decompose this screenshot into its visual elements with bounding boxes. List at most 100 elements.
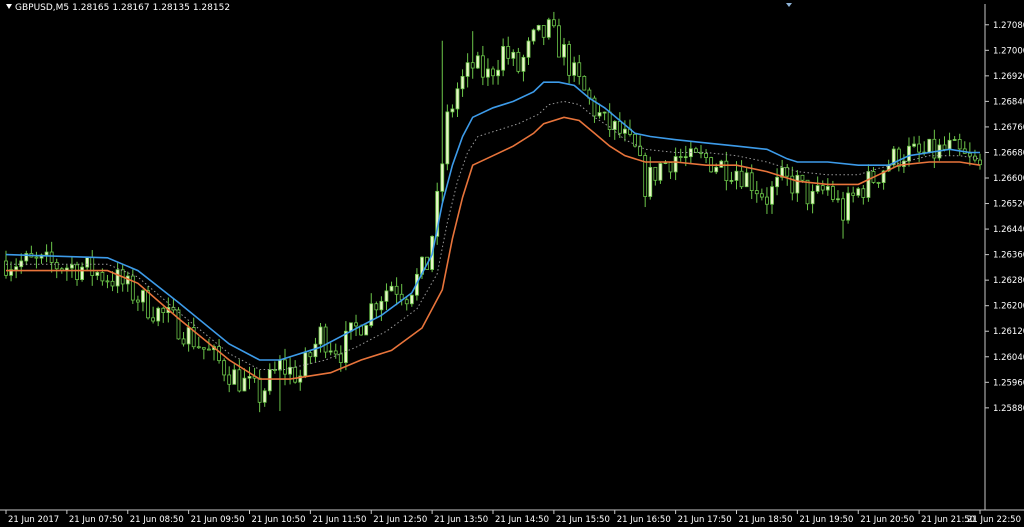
dropdown-triangle-icon[interactable] bbox=[6, 4, 12, 9]
candle-body bbox=[470, 62, 475, 69]
candle-body bbox=[759, 193, 764, 198]
candle-body bbox=[480, 55, 485, 78]
y-tick-label: 1.27000 bbox=[993, 46, 1024, 56]
candle-body bbox=[551, 19, 556, 27]
candle-body bbox=[354, 322, 358, 327]
candle-body bbox=[130, 275, 135, 301]
candle-body bbox=[100, 272, 105, 282]
candle-body bbox=[800, 174, 805, 181]
axes-layer: 1.27080 1.27000 1.26920 1.26840 1.26760 1.266… bbox=[0, 3, 1024, 525]
candle-body bbox=[978, 159, 982, 166]
x-tick-label: 21 Jun 12:50 bbox=[373, 515, 427, 525]
candle-body bbox=[820, 185, 825, 191]
candle-body bbox=[957, 139, 962, 150]
candle-body bbox=[222, 360, 227, 376]
candle-body bbox=[770, 186, 774, 205]
y-tick-label: 1.26920 bbox=[993, 72, 1024, 82]
candle-body bbox=[795, 174, 800, 194]
high-value: 1.28167 bbox=[112, 3, 150, 13]
candle-body bbox=[704, 153, 708, 158]
candle-body bbox=[90, 257, 95, 276]
candle-body bbox=[95, 272, 100, 276]
x-tick-label: 21 Jun 2017 bbox=[8, 515, 59, 525]
candle-body bbox=[318, 326, 323, 345]
candle-body bbox=[739, 170, 744, 188]
candle-body bbox=[455, 88, 460, 110]
candle-body bbox=[557, 25, 561, 58]
candle-body bbox=[719, 160, 724, 168]
candle-body bbox=[85, 257, 90, 268]
x-tick-label: 21 Jun 19:50 bbox=[799, 515, 853, 525]
indicator-line-3 bbox=[6, 100, 981, 370]
candle-body bbox=[496, 69, 500, 77]
candle-body bbox=[744, 172, 749, 188]
candle-body bbox=[105, 280, 110, 283]
candle-body bbox=[196, 346, 201, 349]
candle-body bbox=[856, 188, 861, 196]
candle-body bbox=[653, 166, 658, 181]
candle-body bbox=[633, 133, 637, 147]
candle-body bbox=[516, 51, 521, 72]
candle-body bbox=[232, 369, 237, 385]
candle-body bbox=[278, 359, 282, 371]
candle-body bbox=[648, 166, 653, 197]
x-tick-label: 21 Jun 13:50 bbox=[434, 515, 488, 525]
candle-body bbox=[186, 327, 191, 345]
candle-body bbox=[683, 156, 688, 159]
y-tick-label: 1.26680 bbox=[993, 148, 1024, 158]
candle-body bbox=[267, 369, 272, 392]
candle-body bbox=[343, 330, 348, 363]
x-tick-label: 21 Jun 11:50 bbox=[312, 515, 366, 525]
candle-body bbox=[638, 145, 643, 156]
open-value: 1.28165 bbox=[72, 3, 110, 13]
candle-body bbox=[541, 25, 546, 38]
candle-body bbox=[181, 338, 186, 345]
candle-body bbox=[364, 325, 369, 336]
y-tick-label: 1.27080 bbox=[993, 21, 1024, 31]
candle-body bbox=[70, 264, 74, 269]
candle-body bbox=[491, 68, 495, 77]
candle-body bbox=[465, 62, 470, 77]
candle-body bbox=[765, 196, 769, 205]
candle-body bbox=[227, 374, 232, 385]
candle-body bbox=[404, 299, 409, 305]
candle-body bbox=[536, 25, 541, 31]
candle-body bbox=[622, 128, 627, 134]
x-tick-label: 21 Jun 16:50 bbox=[617, 515, 671, 525]
candle-body bbox=[54, 262, 59, 270]
candle-body bbox=[673, 156, 678, 173]
candle-body bbox=[379, 300, 384, 311]
price-chart[interactable]: 1.27080 1.27000 1.26920 1.26840 1.26760 1.266… bbox=[0, 0, 1024, 527]
candle-body bbox=[602, 111, 607, 114]
candle-body bbox=[567, 44, 571, 76]
x-tick-label: 21 Jun 14:50 bbox=[495, 515, 549, 525]
indicator-lines-layer bbox=[5, 81, 981, 380]
candle-body bbox=[313, 343, 318, 358]
candle-body bbox=[907, 145, 911, 162]
candle-body bbox=[825, 186, 830, 191]
candle-body bbox=[896, 148, 901, 167]
candle-body bbox=[912, 143, 916, 147]
indicator-line-2 bbox=[6, 116, 981, 380]
candle-body bbox=[288, 366, 292, 375]
candle-body bbox=[460, 76, 465, 90]
candle-body bbox=[161, 307, 166, 313]
candle-body bbox=[612, 120, 617, 131]
candle-body bbox=[658, 163, 663, 181]
candle-body bbox=[861, 188, 866, 198]
candle-body bbox=[866, 171, 871, 198]
candle-body bbox=[369, 303, 374, 326]
x-tick-label: 21 Jun 20:50 bbox=[860, 515, 914, 525]
candle-body bbox=[440, 163, 445, 192]
y-tick-label: 1.26120 bbox=[993, 327, 1024, 337]
x-tick-label: 21 Jun 22:50 bbox=[967, 515, 1021, 525]
symbol-label: GBPUSD,M5 bbox=[15, 3, 70, 13]
close-value: 1.28152 bbox=[192, 3, 231, 13]
candle-body bbox=[445, 111, 450, 165]
candle-body bbox=[668, 162, 673, 173]
y-tick-label: 1.26360 bbox=[993, 251, 1024, 261]
candle-body bbox=[805, 179, 810, 205]
candle-body bbox=[775, 176, 779, 188]
candle-body bbox=[338, 353, 343, 363]
candle-body bbox=[876, 181, 881, 184]
